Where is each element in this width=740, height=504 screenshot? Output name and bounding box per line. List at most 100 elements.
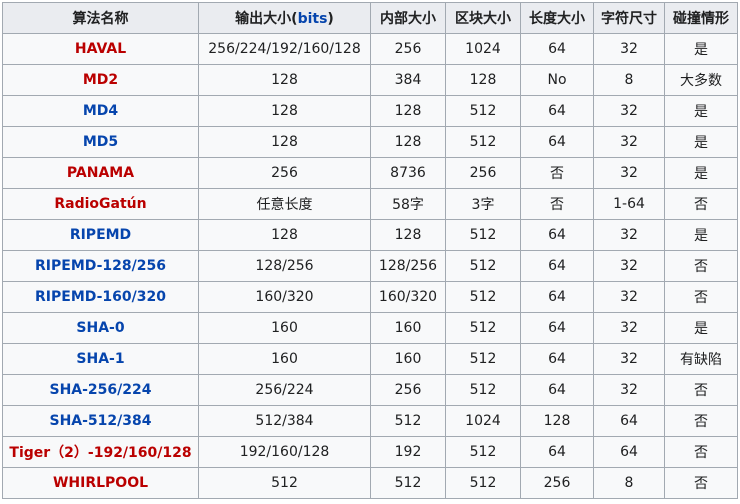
table-row: WHIRLPOOL 512 512 512 256 8 否 xyxy=(2,467,738,499)
cell-output: 128/256 xyxy=(198,250,371,282)
cell-word: 64 xyxy=(593,405,665,437)
cell-block: 512 xyxy=(445,374,521,406)
cell-output: 256/224 xyxy=(198,374,371,406)
cell-internal: 128 xyxy=(370,95,446,127)
cell-internal: 128 xyxy=(370,219,446,251)
cell-collision: 是 xyxy=(664,33,738,65)
cell-length: 64 xyxy=(520,95,594,127)
algorithm-link[interactable]: HAVAL xyxy=(2,33,199,65)
header-block: 区块大小 xyxy=(445,2,521,34)
cell-word: 32 xyxy=(593,33,665,65)
cell-length: 128 xyxy=(520,405,594,437)
cell-output: 512 xyxy=(198,467,371,499)
cell-word: 1-64 xyxy=(593,188,665,220)
algorithm-link[interactable]: RIPEMD-160/320 xyxy=(2,281,199,313)
algorithm-link[interactable]: SHA-1 xyxy=(2,343,199,375)
algorithm-link[interactable]: RadioGatún xyxy=(2,188,199,220)
cell-block: 512 xyxy=(445,126,521,158)
header-row: 算法名称 输出大小(bits) 内部大小 区块大小 长度大小 字符尺寸 碰撞情形 xyxy=(2,2,738,34)
cell-collision: 否 xyxy=(664,436,738,468)
algorithm-link[interactable]: MD2 xyxy=(2,64,199,96)
cell-internal: 160 xyxy=(370,312,446,344)
cell-block: 512 xyxy=(445,436,521,468)
table-row: MD5 128 128 512 64 32 是 xyxy=(2,126,738,158)
algorithm-link[interactable]: WHIRLPOOL xyxy=(2,467,199,499)
cell-block: 512 xyxy=(445,219,521,251)
algorithm-link[interactable]: SHA-512/384 xyxy=(2,405,199,437)
table-row: Tiger（2）-192/160/128 192/160/128 192 512 64 6… xyxy=(2,436,738,468)
cell-output: 128 xyxy=(198,95,371,127)
table-row: PANAMA 256 8736 256 否 32 是 xyxy=(2,157,738,189)
cell-internal: 512 xyxy=(370,405,446,437)
header-output: 输出大小(bits) xyxy=(198,2,371,34)
header-output-suffix: ) xyxy=(327,11,334,27)
cell-collision: 是 xyxy=(664,157,738,189)
table-row: SHA-1 160 160 512 64 32 有缺陷 xyxy=(2,343,738,375)
cell-collision: 有缺陷 xyxy=(664,343,738,375)
cell-internal: 58字 xyxy=(370,188,446,220)
cell-collision: 是 xyxy=(664,95,738,127)
cell-word: 64 xyxy=(593,436,665,468)
header-length: 长度大小 xyxy=(520,2,594,34)
cell-internal: 256 xyxy=(370,374,446,406)
header-internal: 内部大小 xyxy=(370,2,446,34)
cell-word: 32 xyxy=(593,157,665,189)
header-word: 字符尺寸 xyxy=(593,2,665,34)
cell-word: 32 xyxy=(593,281,665,313)
cell-internal: 128 xyxy=(370,126,446,158)
cell-length: No xyxy=(520,64,594,96)
bits-link[interactable]: bits xyxy=(298,11,328,27)
table-row: SHA-512/384 512/384 512 1024 128 64 否 xyxy=(2,405,738,437)
cell-word: 32 xyxy=(593,219,665,251)
cell-collision: 是 xyxy=(664,312,738,344)
table-row: MD2 128 384 128 No 8 大多数 xyxy=(2,64,738,96)
cell-output: 256/224/192/160/128 xyxy=(198,33,371,65)
cell-internal: 512 xyxy=(370,467,446,499)
cell-collision: 否 xyxy=(664,281,738,313)
cell-length: 64 xyxy=(520,33,594,65)
cell-collision: 否 xyxy=(664,188,738,220)
cell-block: 256 xyxy=(445,157,521,189)
cell-collision: 是 xyxy=(664,126,738,158)
cell-block: 3字 xyxy=(445,188,521,220)
cell-output: 任意长度 xyxy=(198,188,371,220)
cell-internal: 8736 xyxy=(370,157,446,189)
algorithm-link[interactable]: RIPEMD xyxy=(2,219,199,251)
cell-output: 160 xyxy=(198,343,371,375)
cell-word: 32 xyxy=(593,343,665,375)
algorithm-link[interactable]: RIPEMD-128/256 xyxy=(2,250,199,282)
cell-output: 256 xyxy=(198,157,371,189)
cell-collision: 大多数 xyxy=(664,64,738,96)
algorithm-link[interactable]: MD5 xyxy=(2,126,199,158)
hash-comparison-table: 算法名称 输出大小(bits) 内部大小 区块大小 长度大小 字符尺寸 碰撞情形… xyxy=(2,2,738,499)
cell-word: 32 xyxy=(593,95,665,127)
cell-word: 8 xyxy=(593,467,665,499)
cell-length: 否 xyxy=(520,188,594,220)
cell-length: 否 xyxy=(520,157,594,189)
cell-output: 512/384 xyxy=(198,405,371,437)
algorithm-link[interactable]: SHA-256/224 xyxy=(2,374,199,406)
cell-length: 64 xyxy=(520,250,594,282)
cell-output: 160/320 xyxy=(198,281,371,313)
cell-output: 192/160/128 xyxy=(198,436,371,468)
algorithm-link[interactable]: MD4 xyxy=(2,95,199,127)
table-row: RIPEMD-160/320 160/320 160/320 512 64 32 否 xyxy=(2,281,738,313)
cell-collision: 否 xyxy=(664,405,738,437)
cell-output: 128 xyxy=(198,64,371,96)
cell-word: 32 xyxy=(593,250,665,282)
cell-internal: 128/256 xyxy=(370,250,446,282)
algorithm-link[interactable]: SHA-0 xyxy=(2,312,199,344)
cell-collision: 是 xyxy=(664,219,738,251)
cell-internal: 192 xyxy=(370,436,446,468)
cell-block: 512 xyxy=(445,467,521,499)
cell-word: 8 xyxy=(593,64,665,96)
cell-output: 128 xyxy=(198,126,371,158)
cell-block: 512 xyxy=(445,95,521,127)
algorithm-link[interactable]: Tiger（2）-192/160/128 xyxy=(2,436,199,468)
cell-internal: 256 xyxy=(370,33,446,65)
table-row: MD4 128 128 512 64 32 是 xyxy=(2,95,738,127)
cell-collision: 否 xyxy=(664,467,738,499)
cell-output: 160 xyxy=(198,312,371,344)
header-output-prefix: 输出大小( xyxy=(235,11,298,27)
algorithm-link[interactable]: PANAMA xyxy=(2,157,199,189)
